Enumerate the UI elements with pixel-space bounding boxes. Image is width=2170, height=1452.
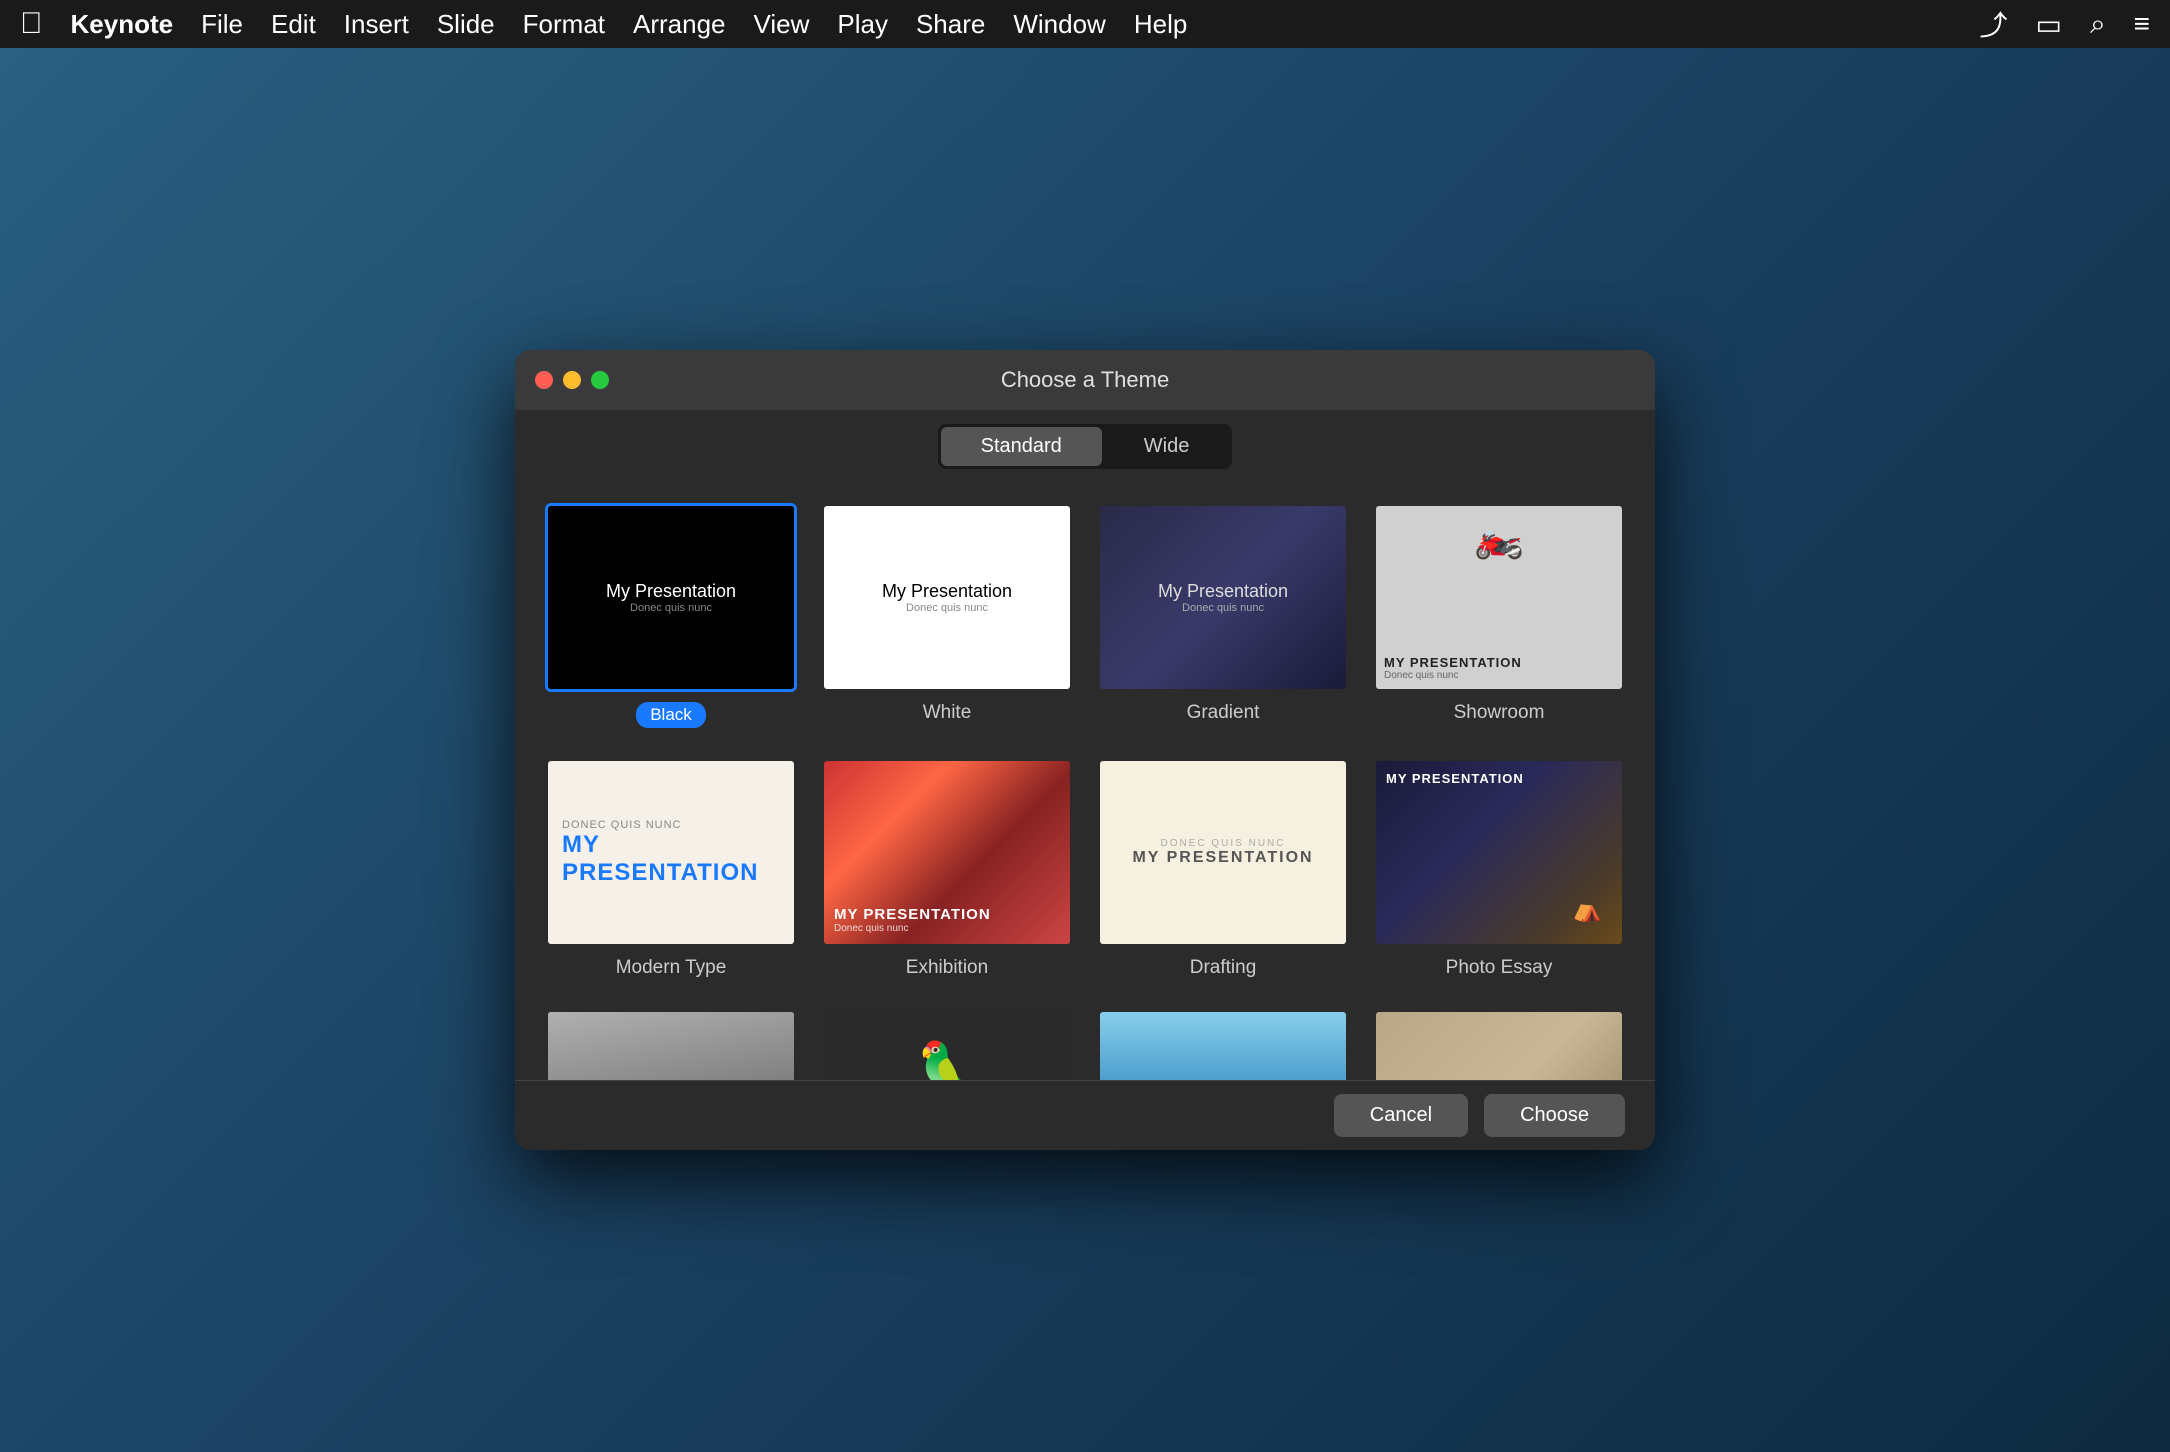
thumb-white-subtitle: Donec quis nunc [906, 602, 988, 614]
theme-item-showroom[interactable]: 🏍️ MY PRESENTATION Donec quis nunc Showr… [1373, 503, 1625, 728]
thumb-drafting-top: DONEC QUIS NUNC [1160, 838, 1285, 849]
theme-thumbnail-slate: 🦜 My Presentation Donec quis nunc [821, 1009, 1073, 1080]
wide-toggle[interactable]: Wide [1104, 427, 1230, 466]
modal-footer: Cancel Choose [515, 1080, 1655, 1150]
menu-edit[interactable]: Edit [271, 9, 316, 40]
theme-name-moderntype: Modern Type [616, 957, 727, 979]
standard-toggle[interactable]: Standard [941, 427, 1102, 466]
theme-item-black[interactable]: My Presentation Donec quis nunc Black [545, 503, 797, 728]
menu-share[interactable]: Share [916, 9, 985, 40]
maximize-button[interactable] [591, 371, 609, 389]
desktop: Choose a Theme Standard Wide My Presenta… [0, 48, 2170, 1452]
menu-file[interactable]: File [201, 9, 243, 40]
theme-name-gradient: Gradient [1187, 702, 1260, 724]
theme-item-photoessay[interactable]: MY PRESENTATION ⛺ Photo Essay [1373, 758, 1625, 979]
thumb-white-title: My Presentation [882, 581, 1012, 602]
menu-help[interactable]: Help [1134, 9, 1187, 40]
thumb-gradient-subtitle: Donec quis nunc [1182, 602, 1264, 614]
theme-item-classic[interactable]: My Presentation Lorem ipsum dolor sit am… [545, 1009, 797, 1080]
thumb-showroom-title: MY PRESENTATION [1384, 655, 1522, 670]
theme-item-drafting[interactable]: DONEC QUIS NUNC MY PRESENTATION Drafting [1097, 758, 1349, 979]
theme-item-artisan[interactable]: MY PRESENTATION DONEC QUIS NUNC Artisan [1373, 1009, 1625, 1080]
menu-window[interactable]: Window [1013, 9, 1105, 40]
cancel-button[interactable]: Cancel [1334, 1094, 1468, 1137]
theme-thumbnail-exhibition: MY PRESENTATION Donec quis nunc [821, 758, 1073, 947]
menubar:  Keynote File Edit Insert Slide Format … [0, 0, 2170, 48]
theme-thumbnail-creampaper: MY PRESENTATION my quis nunc [1097, 1009, 1349, 1080]
theme-thumbnail-artisan: MY PRESENTATION DONEC QUIS NUNC [1373, 1009, 1625, 1080]
theme-item-creampaper[interactable]: MY PRESENTATION my quis nunc Cream Paper [1097, 1009, 1349, 1080]
menu-play[interactable]: Play [837, 9, 888, 40]
airdrop-icon[interactable]: ⤴ [1979, 4, 2007, 44]
theme-item-gradient[interactable]: My Presentation Donec quis nunc Gradient [1097, 503, 1349, 728]
theme-thumbnail-black: My Presentation Donec quis nunc [545, 503, 797, 692]
thumb-classic-photo [548, 1012, 794, 1080]
theme-thumbnail-gradient: My Presentation Donec quis nunc [1097, 503, 1349, 692]
thumb-slate-parrot: 🦜 [916, 1039, 978, 1080]
thumb-moderntype-title: MY PRESENTATION [562, 831, 780, 887]
theme-grid-container[interactable]: My Presentation Donec quis nunc Black My… [515, 483, 1655, 1080]
thumb-moderntype-top: DONEC QUIS NUNC [562, 819, 682, 831]
choose-theme-modal: Choose a Theme Standard Wide My Presenta… [515, 350, 1655, 1150]
thumb-gradient-title: My Presentation [1158, 581, 1288, 602]
menu-view[interactable]: View [754, 9, 810, 40]
thumb-exhibition-title: MY PRESENTATION [834, 906, 991, 923]
thumb-exhibition-subtitle: Donec quis nunc [834, 923, 909, 934]
theme-name-white: White [923, 702, 972, 724]
thumb-showroom-motorcycle: 🏍️ [1376, 514, 1622, 561]
thumb-black-subtitle: Donec quis nunc [630, 602, 712, 614]
choose-button[interactable]: Choose [1484, 1094, 1625, 1137]
theme-thumbnail-moderntype: DONEC QUIS NUNC MY PRESENTATION [545, 758, 797, 947]
theme-name-drafting: Drafting [1190, 957, 1257, 979]
menu-arrange[interactable]: Arrange [633, 9, 726, 40]
menu-format[interactable]: Format [523, 9, 605, 40]
thumb-drafting-title: MY PRESENTATION [1132, 849, 1313, 867]
apple-menu[interactable]:  [20, 7, 43, 41]
minimize-button[interactable] [563, 371, 581, 389]
theme-badge-black: Black [636, 702, 706, 728]
menu-slide[interactable]: Slide [437, 9, 495, 40]
thumb-showroom-subtitle: Donec quis nunc [1384, 670, 1459, 681]
format-toggle-bar: Standard Wide [515, 410, 1655, 483]
theme-name-exhibition: Exhibition [906, 957, 988, 979]
thumb-photoessay-title: MY PRESENTATION [1386, 771, 1524, 786]
theme-item-white[interactable]: My Presentation Donec quis nunc White [821, 503, 1073, 728]
display-icon[interactable]: ▭ [2036, 8, 2062, 41]
theme-item-exhibition[interactable]: MY PRESENTATION Donec quis nunc Exhibiti… [821, 758, 1073, 979]
theme-thumbnail-photoessay: MY PRESENTATION ⛺ [1373, 758, 1625, 947]
theme-name-photoessay: Photo Essay [1446, 957, 1553, 979]
theme-item-moderntype[interactable]: DONEC QUIS NUNC MY PRESENTATION Modern T… [545, 758, 797, 979]
theme-thumbnail-white: My Presentation Donec quis nunc [821, 503, 1073, 692]
theme-item-slate[interactable]: 🦜 My Presentation Donec quis nunc Slate [821, 1009, 1073, 1080]
app-name[interactable]: Keynote [71, 9, 174, 40]
menu-list-icon[interactable]: ≡ [2134, 8, 2150, 40]
format-toggle-group: Standard Wide [938, 424, 1233, 469]
theme-thumbnail-drafting: DONEC QUIS NUNC MY PRESENTATION [1097, 758, 1349, 947]
traffic-lights [535, 371, 609, 389]
thumb-photoessay-tent: ⛺ [1572, 895, 1602, 924]
thumb-black-title: My Presentation [606, 581, 736, 602]
theme-thumbnail-showroom: 🏍️ MY PRESENTATION Donec quis nunc [1373, 503, 1625, 692]
menu-insert[interactable]: Insert [344, 9, 409, 40]
close-button[interactable] [535, 371, 553, 389]
search-icon[interactable]: ⌕ [2090, 8, 2106, 41]
theme-thumbnail-classic: My Presentation Lorem ipsum dolor sit am… [545, 1009, 797, 1080]
modal-title: Choose a Theme [1001, 367, 1169, 393]
theme-grid: My Presentation Donec quis nunc Black My… [545, 503, 1625, 1080]
modal-titlebar: Choose a Theme [515, 350, 1655, 410]
theme-name-showroom: Showroom [1454, 702, 1545, 724]
